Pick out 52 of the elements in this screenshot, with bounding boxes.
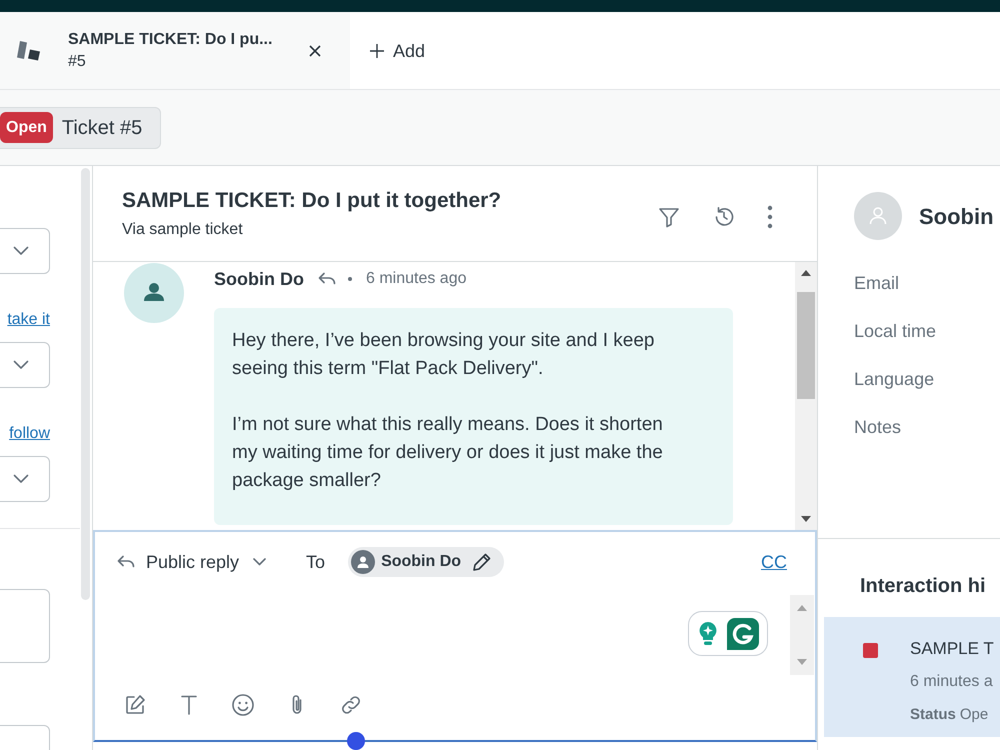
ticket-tab[interactable]: SAMPLE TICKET: Do I pu... #5: [0, 12, 350, 89]
avatar-icon: [351, 550, 376, 574]
avatar-icon: [854, 192, 902, 240]
chevron-down-icon: [13, 360, 29, 370]
logo-icon: [17, 40, 41, 61]
chevron-down-icon: [13, 474, 29, 484]
avatar-icon: [124, 263, 184, 323]
scroll-down-icon[interactable]: [801, 516, 811, 522]
scroll-up-icon[interactable]: [801, 270, 811, 276]
recipient-chip[interactable]: Soobin Do: [348, 547, 504, 577]
reply-icon: [117, 555, 135, 569]
resize-handle[interactable]: [347, 732, 365, 750]
lightbulb-icon[interactable]: [697, 620, 719, 648]
message-time: 6 minutes ago: [366, 269, 466, 289]
item-time: 6 minutes a: [910, 672, 994, 692]
compose-icon[interactable]: [123, 693, 147, 717]
text-area-field[interactable]: [0, 589, 50, 663]
chevron-down-icon: [13, 246, 29, 256]
reply-mode-dropdown[interactable]: Public reply: [117, 550, 266, 574]
status-badge: Open: [0, 112, 53, 143]
field-label: Local time: [854, 320, 938, 343]
cc-link[interactable]: CC: [761, 548, 787, 576]
writing-assistant-widget[interactable]: [688, 611, 768, 656]
g-logo-icon[interactable]: [727, 618, 759, 650]
reply-icon: [318, 272, 336, 286]
field-label: Language: [854, 368, 936, 391]
text-link[interactable]: take it: [7, 310, 50, 330]
more-icon[interactable]: [767, 204, 773, 228]
field-label: Notes: [854, 416, 902, 439]
author-name: Soobin Do: [214, 268, 304, 290]
customer-name: Soobin: [919, 202, 994, 230]
scrollbar-thumb[interactable]: [797, 292, 815, 399]
status-value: Ope: [960, 705, 988, 725]
interaction-item[interactable]: SAMPLE T 6 minutes a Status Ope: [824, 617, 1000, 737]
status-label: Status: [910, 705, 956, 725]
plus-icon: [370, 44, 384, 58]
ticket-title: SAMPLE TICKET: Do I put it together?: [122, 188, 502, 214]
section-title: Interaction hi: [860, 574, 987, 598]
to-label: To: [306, 550, 326, 574]
close-icon[interactable]: [309, 44, 321, 56]
text-link[interactable]: follow: [9, 424, 50, 444]
emoji-icon[interactable]: [231, 693, 255, 717]
chevron-down-icon: [253, 558, 266, 566]
scrollbar-thumb[interactable]: [81, 168, 90, 600]
field-label: Email: [854, 272, 900, 295]
message-text: I’m not sure what this really means. Does it shorten my waiting time for delivery or does it just make the package smaller?: [232, 413, 664, 493]
scrollbar-track[interactable]: [795, 262, 817, 530]
ticket-button[interactable]: Open Ticket #5: [0, 106, 162, 148]
ticket-channel: Via sample ticket: [122, 220, 244, 240]
message-text: Hey there, I’ve been browsing your site and I keep seeing this term "Flat Pack Delivery".: [232, 329, 656, 381]
dot-icon: [348, 277, 352, 281]
item-title: SAMPLE T: [910, 638, 994, 660]
